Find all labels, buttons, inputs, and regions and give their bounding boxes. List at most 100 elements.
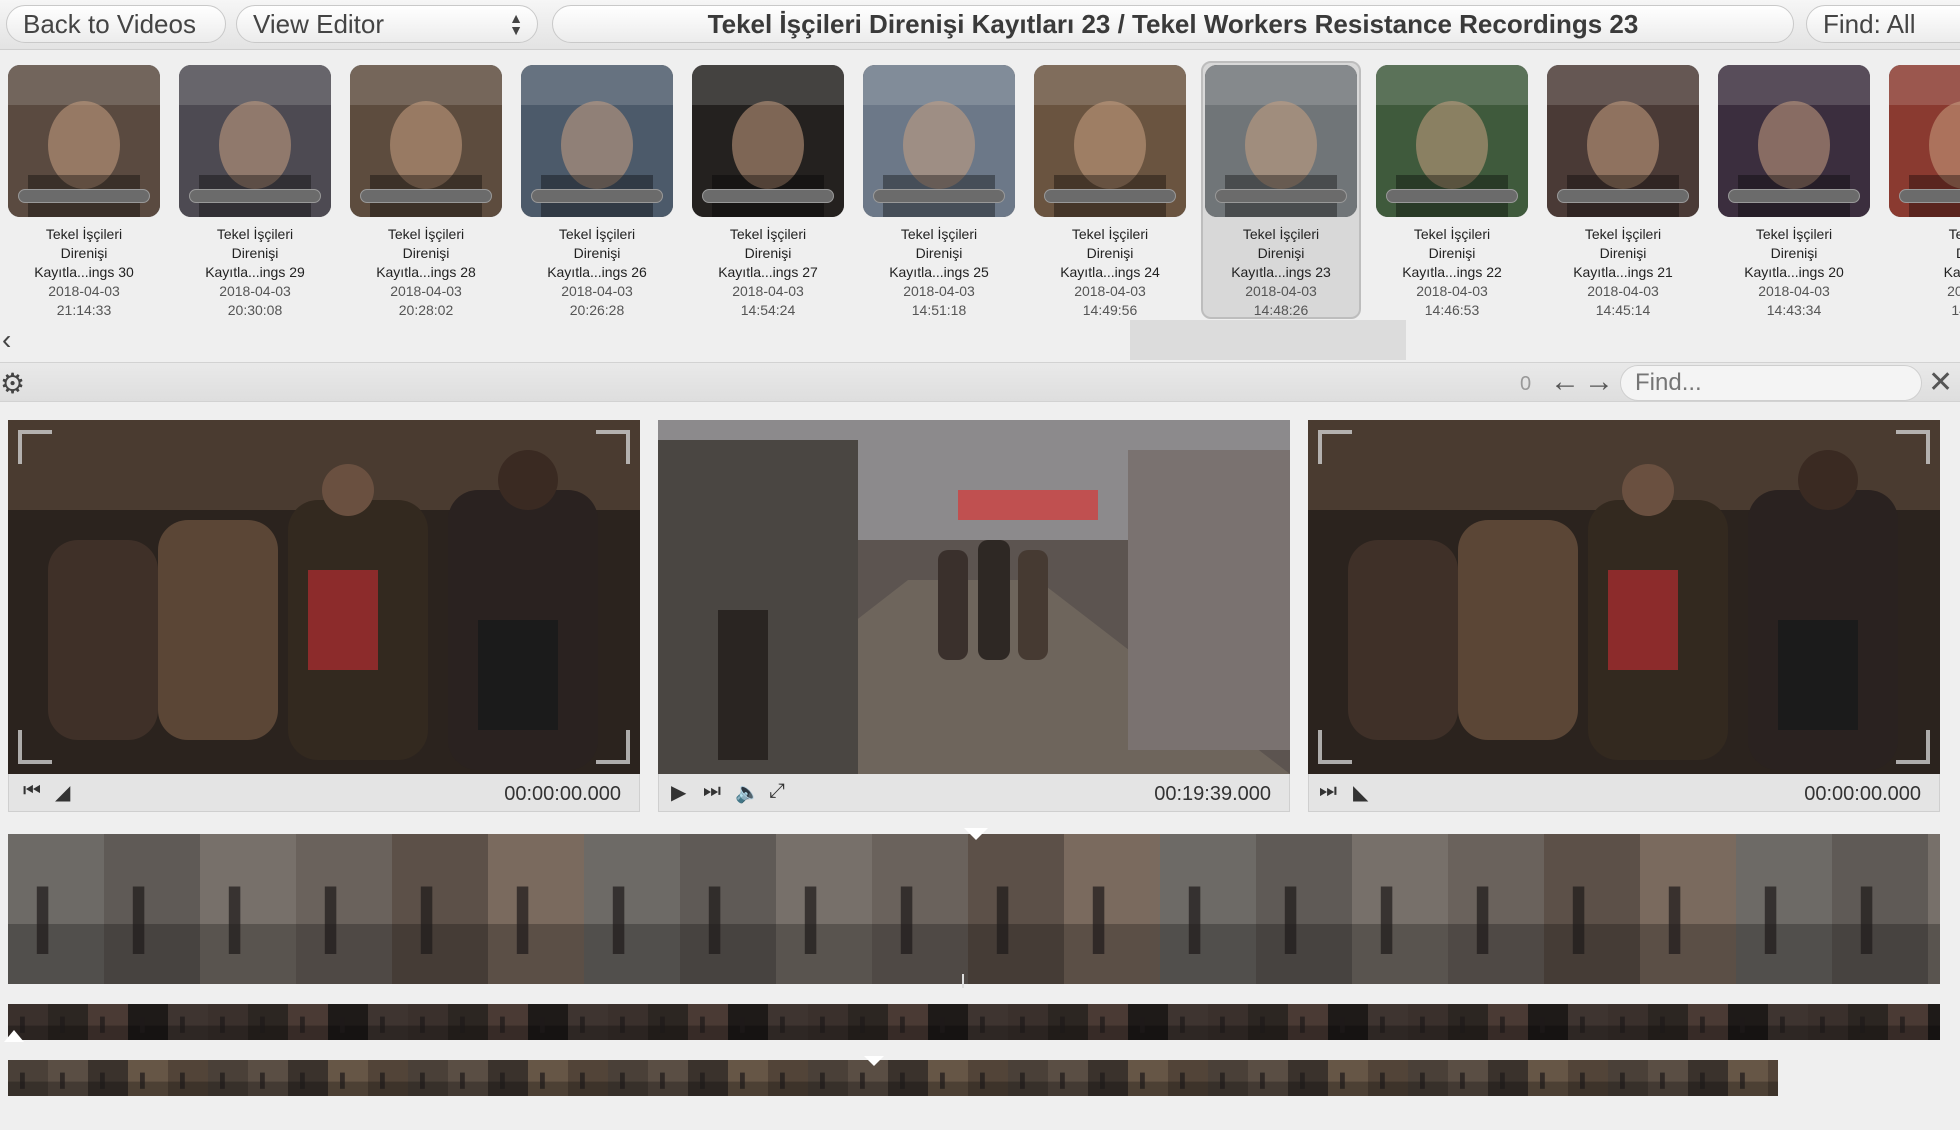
fullscreen-icon[interactable]: ⤢ — [769, 780, 785, 803]
volume-icon[interactable]: 🔈 — [735, 780, 760, 805]
thumbnail-title-line: Kayıtla...ings 28 — [376, 264, 476, 280]
thumbnail-time: 14:4 — [1951, 302, 1960, 318]
thumbnail-time: 14:49:56 — [1082, 302, 1138, 318]
in-point-controls: ⏮ ◢ 00:00:00.000 — [8, 774, 640, 812]
video-title: Tekel İşçileri Direnişi Kayıtları 23 / T… — [552, 5, 1794, 43]
video-thumbnail[interactable]: Tekel İşçileri Direnişi Kayıtla...ings 28 2… — [350, 65, 502, 320]
find-result-count: 0 — [1520, 373, 1532, 395]
thumbnail-title-line: Direnişi — [744, 245, 792, 261]
video-thumbnail[interactable]: Tekel DirKayıtla 2018- 14:4 — [1889, 65, 1960, 320]
set-in-icon[interactable]: ◢ — [55, 780, 70, 805]
thumbnail-title-line: Kayıtla...ings 25 — [889, 264, 989, 280]
thumbnail-time: 14:51:18 — [911, 302, 967, 318]
thumbnail-progress-bar — [360, 189, 492, 203]
corner-marker — [596, 730, 630, 764]
thumbnail-progress-bar — [1899, 189, 1960, 203]
video-player[interactable] — [658, 420, 1290, 774]
find-input[interactable] — [1620, 365, 1922, 401]
thumbnail-progress-bar — [1557, 189, 1689, 203]
step-forward-icon[interactable]: ⏭ — [703, 780, 721, 803]
thumbnail-time: 20:30:08 — [227, 302, 283, 318]
step-end-icon[interactable]: ⏭ — [1319, 780, 1337, 803]
gear-icon[interactable]: ⚙ — [0, 367, 25, 400]
video-thumbnail[interactable]: Tekel İşçileri Direnişi Kayıtla...ings 26 2… — [521, 65, 673, 320]
video-thumbnail[interactable]: Tekel İşçileri Direnişi Kayıtla...ings 30 2… — [8, 65, 160, 320]
thumbnail-date: 2018-04-03 — [1245, 283, 1317, 299]
back-to-videos-button[interactable]: Back to Videos — [6, 5, 226, 43]
playhead-line — [962, 974, 964, 988]
video-thumbnail[interactable]: Tekel İşçileri Direnişi Kayıtla...ings 25 2… — [863, 65, 1015, 320]
thumbnail-title-line: Tekel İşçileri — [1071, 226, 1149, 242]
thumbnail-date: 2018-04-03 — [1416, 283, 1488, 299]
thumbnail-scrollbar-thumb[interactable] — [1130, 320, 1406, 360]
step-back-icon[interactable]: ⏮ — [23, 780, 41, 803]
thumbnail-time: 20:26:28 — [569, 302, 625, 318]
thumbnail-title-line: Direnişi — [1599, 245, 1647, 261]
thumbnail-date: 2018-04-03 — [1758, 283, 1830, 299]
player-controls: ▶ ⏭ 🔈 ⤢ 00:19:39.000 — [658, 774, 1290, 812]
video-thumbnail[interactable]: Tekel İşçileri Direnişi Kayıtla...ings 27 2… — [692, 65, 844, 320]
thumbnail-date: 2018-04-03 — [561, 283, 633, 299]
play-icon[interactable]: ▶ — [671, 780, 686, 805]
player-timecode: 00:19:39.000 — [1154, 783, 1271, 805]
corner-marker — [596, 430, 630, 464]
thumbnail-title-line: Tekel İşçileri — [1242, 226, 1320, 242]
view-select[interactable]: View Editor ▲ ▼ — [236, 5, 538, 43]
thumbnail-title-line: Direnişi — [1086, 245, 1134, 261]
timeline-playhead[interactable] — [964, 827, 988, 840]
timeline-detail[interactable] — [8, 834, 1940, 984]
timeline-overview[interactable] — [8, 1004, 1940, 1040]
thumbnail-date: 2018-04-03 — [1587, 283, 1659, 299]
thumbnail-title-line: Direnişi — [402, 245, 450, 261]
thumbnail-title-line: Direnişi — [1770, 245, 1818, 261]
video-thumbnail[interactable]: Tekel İşçileri Direnişi Kayıtla...ings 21 2… — [1547, 65, 1699, 320]
out-point-frame[interactable] — [1308, 420, 1940, 774]
video-title-text: Tekel İşçileri Direnişi Kayıtları 23 / T… — [707, 8, 1639, 39]
thumbnail-title-line: Direnişi — [60, 245, 108, 261]
thumbnail-time: 14:45:14 — [1595, 302, 1651, 318]
in-point-frame[interactable] — [8, 420, 640, 774]
video-thumbnail[interactable]: Tekel İşçileri Direnişi Kayıtla...ings 23 2… — [1201, 61, 1361, 320]
set-out-icon[interactable]: ◣ — [1353, 780, 1368, 805]
close-icon[interactable]: ✕ — [1928, 365, 1953, 400]
out-point-timecode: 00:00:00.000 — [1804, 783, 1921, 805]
video-thumbnail[interactable]: Tekel İşçileri Direnişi Kayıtla...ings 20 2… — [1718, 65, 1870, 320]
thumbnail-date: 2018-04-03 — [390, 283, 462, 299]
corner-marker — [1318, 730, 1352, 764]
thumbnail-date: 2018-04-03 — [1074, 283, 1146, 299]
thumbnail-progress-bar — [531, 189, 663, 203]
corner-marker — [18, 730, 52, 764]
timeline-full[interactable] — [8, 1060, 1778, 1096]
thumbnail-caption: Tekel İşçileri Direnişi Kayıtla...ings 20 2… — [1718, 225, 1870, 320]
thumbnail-progress-bar — [873, 189, 1005, 203]
full-playhead[interactable] — [862, 1053, 886, 1066]
video-thumbnail[interactable]: Tekel İşçileri Direnişi Kayıtla...ings 22 2… — [1376, 65, 1528, 320]
in-point-frame-image — [8, 420, 640, 774]
thumbnail-date: 2018-04-03 — [732, 283, 804, 299]
thumbnail-title-line: Kayıtla...ings 21 — [1573, 264, 1673, 280]
thumbnail-caption: Tekel İşçileri Direnişi Kayıtla...ings 28 2… — [350, 225, 502, 320]
corner-marker — [18, 430, 52, 464]
arrow-left-icon[interactable]: ← — [1550, 365, 1580, 399]
overview-start-marker[interactable] — [4, 1030, 24, 1042]
out-point-frame-image — [1308, 420, 1940, 774]
corner-marker — [1896, 730, 1930, 764]
thumbnail-time: 14:54:24 — [740, 302, 796, 318]
arrow-right-icon[interactable]: → — [1584, 365, 1614, 399]
chevron-left-icon[interactable]: ‹ — [2, 324, 11, 356]
thumbnail-title-line: Dir — [1889, 244, 1960, 263]
thumbnail-title-line: Kayıtla...ings 23 — [1231, 264, 1331, 280]
thumbnail-progress-bar — [1044, 189, 1176, 203]
thumbnail-title-line: Kayıtla...ings 30 — [34, 264, 134, 280]
video-thumbnail[interactable]: Tekel İşçileri Direnişi Kayıtla...ings 29 2… — [179, 65, 331, 320]
back-to-videos-label: Back to Videos — [23, 8, 196, 39]
thumbnail-date: 2018-04-03 — [903, 283, 975, 299]
thumbnail-title-line: Tekel İşçileri — [1584, 226, 1662, 242]
thumbnail-title-line: Kayıtla...ings 26 — [547, 264, 647, 280]
thumbnail-caption: Tekel İşçileri Direnişi Kayıtla...ings 21 2… — [1547, 225, 1699, 320]
find-scope-select[interactable]: Find: All — [1806, 5, 1960, 43]
thumbnail-date: 2018- — [1947, 283, 1960, 299]
thumbnail-title-line: Tekel İşçileri — [216, 226, 294, 242]
video-thumbnail[interactable]: Tekel İşçileri Direnişi Kayıtla...ings 24 2… — [1034, 65, 1186, 320]
thumbnail-caption: Tekel DirKayıtla 2018- 14:4 — [1889, 225, 1960, 320]
